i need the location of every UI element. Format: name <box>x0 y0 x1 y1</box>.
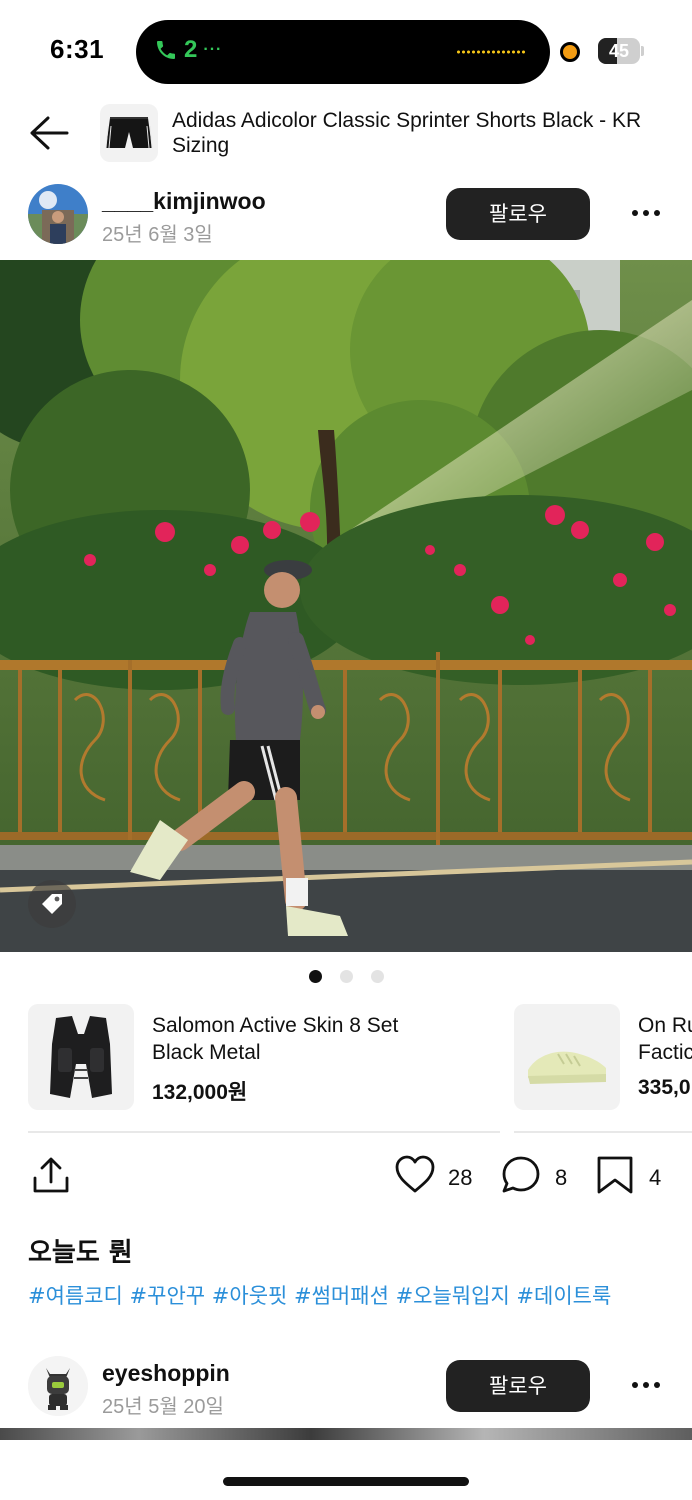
like-count: 28 <box>448 1165 473 1190</box>
product-name: On Ru Factic <box>638 1012 692 1066</box>
product-name-line1: Salomon Active Skin 8 Set <box>152 1014 399 1037</box>
active-call-indicator[interactable]: 2 ··· <box>154 36 222 64</box>
like-button[interactable]: 28 <box>394 1154 484 1200</box>
username[interactable]: ____kimjinwoo <box>102 188 266 215</box>
username[interactable]: eyeshoppin <box>102 1360 230 1387</box>
follow-button[interactable]: 팔로우 <box>446 188 590 240</box>
audio-waveform-icon <box>456 50 526 54</box>
pager-dot[interactable] <box>340 970 353 983</box>
battery-cap <box>641 46 644 56</box>
bookmark-icon <box>597 1156 633 1194</box>
product-thumbnail[interactable] <box>100 104 158 162</box>
more-options-icon[interactable] <box>624 198 668 228</box>
photo-pager <box>0 968 692 984</box>
status-bar: 6:31 2 ··· 45 <box>0 0 692 100</box>
card-divider <box>514 1131 692 1133</box>
product-title[interactable]: Adidas Adicolor Classic Sprinter Shorts … <box>172 108 642 158</box>
avatar-image <box>28 184 88 244</box>
post-hashtags[interactable]: #여름코디 #꾸안꾸 #아웃핏 #썸머패션 #오늘뭐입지 #데이트룩 <box>28 1280 611 1310</box>
battery-indicator: 45 <box>598 38 644 64</box>
phone-icon <box>157 41 175 59</box>
post-author-row: ____kimjinwoo 25년 6월 3일 팔로우 <box>0 184 692 248</box>
card-divider <box>28 1131 500 1133</box>
product-card[interactable]: Salomon Active Skin 8 Set Black Metal 13… <box>28 1004 500 1112</box>
post-date: 25년 6월 3일 <box>102 224 213 246</box>
pager-dot[interactable] <box>371 970 384 983</box>
save-count: 4 <box>649 1165 662 1190</box>
follow-button[interactable]: 팔로우 <box>446 1360 590 1412</box>
more-options-icon[interactable] <box>624 1370 668 1400</box>
product-header: Adidas Adicolor Classic Sprinter Shorts … <box>0 100 692 166</box>
share-button[interactable] <box>30 1154 72 1200</box>
avatar[interactable] <box>28 1356 88 1416</box>
status-time: 6:31 <box>50 34 105 64</box>
comment-button[interactable]: 8 <box>500 1154 572 1200</box>
save-button[interactable]: 4 <box>596 1154 666 1200</box>
battery-level: 45 <box>608 41 630 61</box>
product-image <box>28 1004 134 1110</box>
share-icon <box>33 1157 69 1193</box>
call-ellipsis-icon: ··· <box>203 41 223 58</box>
shorts-image <box>105 117 153 149</box>
comment-count: 8 <box>555 1165 568 1190</box>
heart-icon <box>395 1155 435 1193</box>
product-tag-button[interactable] <box>28 880 76 928</box>
post-date: 25년 5월 20일 <box>102 1396 224 1418</box>
product-card[interactable]: On Ru Factic 335,0 <box>514 1004 692 1112</box>
avatar[interactable] <box>28 184 88 244</box>
product-price: 335,0 <box>638 1076 691 1099</box>
next-post-author-row: eyeshoppin 25년 5월 20일 팔로우 <box>0 1356 692 1420</box>
product-name-line2: Black Metal <box>152 1041 261 1064</box>
product-name: Salomon Active Skin 8 Set Black Metal <box>152 1012 398 1066</box>
pager-dot[interactable] <box>309 970 322 983</box>
product-name-line2: Factic <box>638 1041 692 1064</box>
back-arrow-icon[interactable] <box>28 114 70 152</box>
next-post-photo[interactable] <box>0 1428 692 1440</box>
running-photo-image <box>0 260 692 952</box>
home-indicator[interactable] <box>223 1477 469 1486</box>
dynamic-island[interactable]: 2 ··· <box>136 20 550 84</box>
post-caption: 오늘도 뤈 <box>28 1238 133 1268</box>
product-name-line1: On Ru <box>638 1014 692 1037</box>
running-shoe-image <box>528 1051 606 1084</box>
post-photo[interactable] <box>0 260 692 952</box>
tag-icon <box>42 894 62 914</box>
comment-icon <box>502 1156 540 1193</box>
avatar-image <box>28 1356 88 1416</box>
call-label: 2 <box>184 36 198 63</box>
recording-indicator-icon <box>560 42 580 62</box>
product-image <box>514 1004 620 1110</box>
product-price: 132,000원 <box>152 1081 248 1104</box>
battery-icon: 45 <box>598 38 640 64</box>
running-vest-image <box>50 1016 112 1098</box>
